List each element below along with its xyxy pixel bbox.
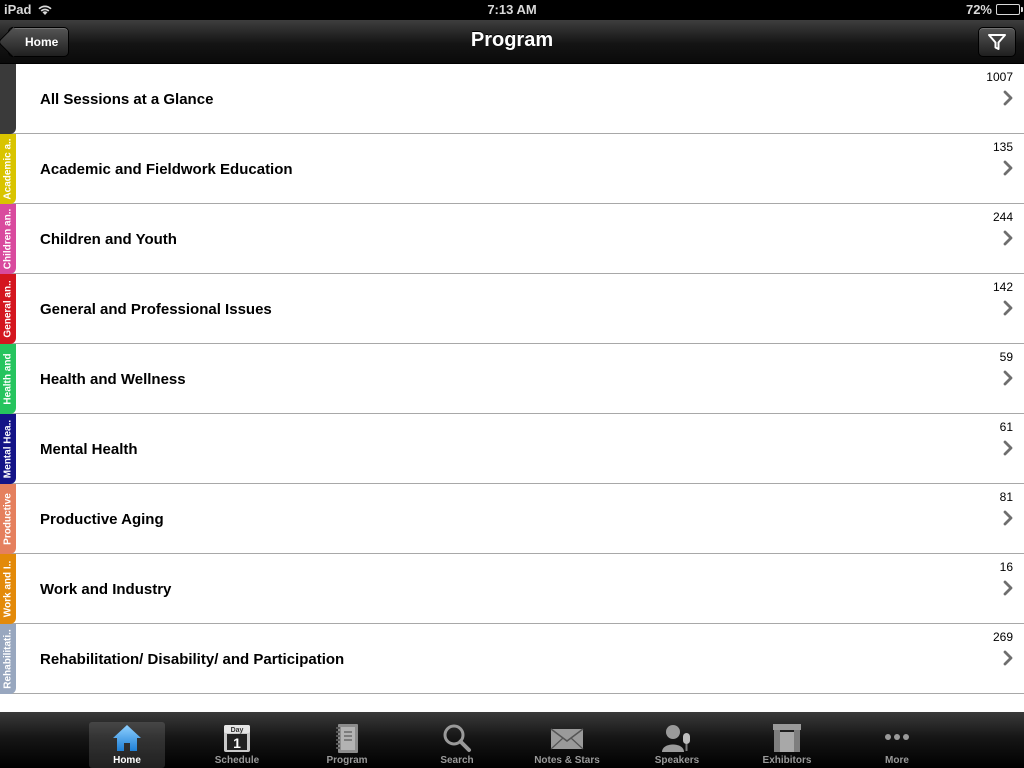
chevron-right-icon — [1003, 650, 1013, 666]
session-count: 142 — [992, 280, 1013, 294]
track-color-tab: Work and I.. — [0, 554, 16, 624]
track-color-tab: Children an.. — [0, 204, 16, 274]
speaker-person-icon — [662, 725, 690, 752]
tab-speakers[interactable]: Speakers — [639, 722, 715, 768]
session-count: 269 — [992, 630, 1013, 644]
list-item-label: Academic and Fieldwork Education — [40, 161, 293, 178]
track-color-tab: General an.. — [0, 274, 16, 344]
list-item-label: Rehabilitation/ Disability/ and Particip… — [40, 651, 345, 668]
track-tab-label: Productive — [2, 493, 14, 545]
battery-group: 72% — [965, 2, 1023, 17]
tab-label: More — [885, 755, 909, 766]
home-back-button[interactable]: Home — [8, 27, 70, 57]
envelope-icon — [550, 728, 584, 750]
chevron-right-icon — [1003, 580, 1013, 596]
battery-percent: 72% — [965, 2, 992, 17]
track-color-tab: Rehabilitati.. — [0, 624, 16, 694]
track-tab-label: Academic a.. — [2, 138, 14, 200]
track-tab-label: Children an.. — [2, 208, 14, 270]
tab-label: Notes & Stars — [534, 755, 600, 766]
status-time: 7:13 AM — [487, 2, 537, 17]
list-item[interactable]: Mental Hea.. Mental Health 61 — [0, 414, 1024, 484]
session-count: 81 — [999, 490, 1013, 504]
session-count: 135 — [992, 140, 1013, 154]
tab-label: Search — [440, 755, 474, 766]
svg-text:1: 1 — [233, 735, 241, 751]
tab-more[interactable]: More — [859, 722, 935, 768]
track-color-tab: Health and — [0, 344, 16, 414]
tab-bar: Home Day 1 Schedule Program Search Notes & Sta… — [0, 712, 1024, 768]
list-footer — [0, 694, 1024, 712]
calendar-icon: Day1 — [224, 725, 250, 752]
list-item[interactable]: General an.. General and Professional Iss… — [0, 274, 1024, 344]
tab-home[interactable]: Home — [89, 722, 165, 768]
page-title: Program — [470, 29, 554, 51]
chevron-right-icon — [1003, 370, 1013, 386]
session-count: 244 — [992, 210, 1013, 224]
tab-label: Speakers — [654, 755, 700, 766]
chevron-right-icon — [1003, 300, 1013, 316]
track-tab-label: Mental Hea.. — [2, 419, 14, 479]
track-color-tab — [0, 64, 16, 134]
session-count: 16 — [999, 560, 1013, 574]
track-tab-label: Work and I.. — [2, 560, 14, 618]
list-item-label: Work and Industry — [40, 581, 172, 598]
more-dots-icon — [885, 734, 909, 740]
list-item[interactable]: Academic a.. Academic and Fieldwork Educa… — [0, 134, 1024, 204]
session-count: 59 — [999, 350, 1013, 364]
track-color-tab: Productive — [0, 484, 16, 554]
session-count: 61 — [999, 420, 1013, 434]
track-color-tab: Academic a.. — [0, 134, 16, 204]
chevron-right-icon — [1003, 160, 1013, 176]
chevron-right-icon — [1003, 440, 1013, 456]
track-tab-label: Health and — [2, 353, 14, 405]
status-bar: iPad 7:13 AM 72% — [0, 0, 1024, 20]
program-track-list: All Sessions at a Glance 1007 Academic a..… — [0, 64, 1024, 712]
list-item[interactable]: Children an.. Children and Youth 244 — [0, 204, 1024, 274]
filter-button[interactable] — [978, 27, 1016, 57]
chevron-right-icon — [1003, 230, 1013, 246]
list-item[interactable]: Work and I.. Work and Industry 16 — [0, 554, 1024, 624]
tab-program[interactable]: Program — [309, 722, 385, 768]
chevron-right-icon — [1003, 90, 1013, 106]
list-item-label: Children and Youth — [40, 231, 177, 248]
tab-label: Exhibitors — [762, 755, 812, 766]
list-item[interactable]: Productive Productive Aging 81 — [0, 484, 1024, 554]
notebook-icon — [336, 724, 358, 753]
house-icon — [113, 725, 141, 751]
list-item-label: All Sessions at a Glance — [40, 91, 214, 108]
list-item[interactable]: Rehabilitati.. Rehabilitation/ Disability… — [0, 624, 1024, 694]
tab-exhibitors[interactable]: Exhibitors — [749, 722, 825, 768]
tab-label: Home — [113, 755, 141, 766]
list-item-label: Health and Wellness — [40, 371, 186, 388]
track-tab-label: Rehabilitati.. — [2, 629, 14, 689]
battery-icon — [996, 4, 1023, 15]
tab-label: Program — [326, 755, 368, 766]
tab-search[interactable]: Search — [419, 722, 495, 768]
list-item-label: Mental Health — [40, 441, 138, 458]
tab-label: Schedule — [214, 755, 260, 766]
session-count: 1007 — [986, 70, 1013, 84]
list-item-label: General and Professional Issues — [40, 301, 272, 318]
tab-notes-stars[interactable]: Notes & Stars — [529, 722, 605, 768]
chevron-right-icon — [1003, 510, 1013, 526]
navigation-bar: Home Program — [0, 20, 1024, 64]
track-tab-label: General an.. — [2, 280, 14, 338]
booth-icon — [773, 724, 801, 752]
tab-schedule[interactable]: Day 1 Schedule — [199, 722, 275, 768]
list-item-label: Productive Aging — [40, 511, 164, 528]
track-color-tab: Mental Hea.. — [0, 414, 16, 484]
list-item[interactable]: Health and Health and Wellness 59 — [0, 344, 1024, 414]
search-icon — [443, 724, 471, 752]
filter-icon — [988, 34, 1006, 50]
list-item[interactable]: All Sessions at a Glance 1007 — [0, 64, 1024, 134]
svg-text:Day: Day — [231, 727, 244, 734]
